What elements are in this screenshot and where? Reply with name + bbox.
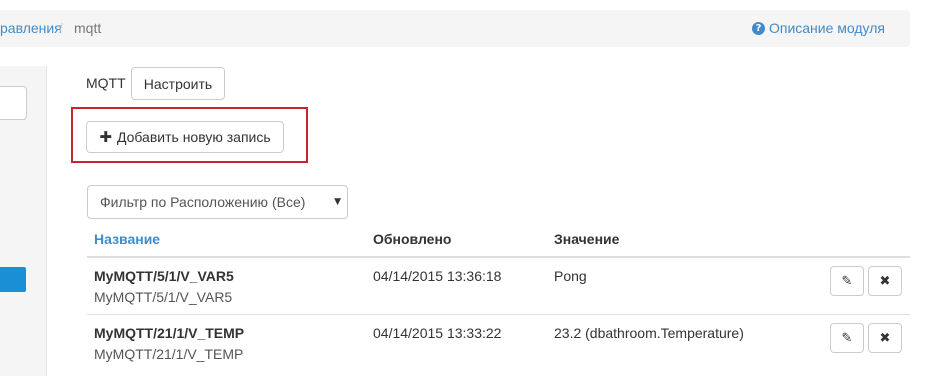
module-help-link[interactable]: ? Описание модуля [751,20,885,36]
row-divider [87,314,910,315]
add-new-record-label: Добавить новую запись [116,129,271,145]
module-label: MQTT [86,75,126,91]
add-new-record-button[interactable]: ✚ Добавить новую запись [86,121,284,153]
location-filter-value: Фильтр по Расположению (Все) [100,194,306,210]
table-header-divider [87,256,910,258]
row-subtitle: MyMQTT/21/1/V_TEMP [94,346,244,362]
close-icon: ✖ [879,273,891,289]
question-circle-icon: ? [751,21,765,35]
pencil-icon: ✎ [841,330,853,346]
column-header-updated: Обновлено [373,231,452,247]
plus-icon: ✚ [99,128,112,146]
column-header-value: Значение [554,231,620,247]
breadcrumb-link-control-panel[interactable]: равления [0,20,62,36]
row-value: 23.2 (dbathroom.Temperature) [554,325,744,341]
edit-button[interactable]: ✎ [830,323,864,353]
delete-button[interactable]: ✖ [868,266,902,296]
pencil-icon: ✎ [841,273,853,289]
breadcrumb: равления / mqtt ? Описание модуля [0,10,910,47]
row-value: Pong [554,268,587,284]
row-title: MyMQTT/21/1/V_TEMP [94,325,245,341]
row-updated: 04/14/2015 13:33:22 [373,325,502,341]
row-subtitle: MyMQTT/5/1/V_VAR5 [94,289,233,305]
breadcrumb-separator: / [59,20,63,36]
row-title: MyMQTT/5/1/V_VAR5 [94,268,234,284]
module-help-label: Описание модуля [768,20,885,36]
close-icon: ✖ [879,330,891,346]
location-filter-select[interactable]: Фильтр по Расположению (Все) ▼ [87,185,348,219]
column-header-name[interactable]: Название [94,231,160,247]
sidebar-search-input[interactable] [0,86,27,120]
row-updated: 04/14/2015 13:36:18 [373,268,502,284]
delete-button[interactable]: ✖ [868,323,902,353]
breadcrumb-current: mqtt [74,20,102,36]
caret-down-icon: ▼ [334,197,341,207]
sidebar-active-button[interactable] [0,267,26,292]
configure-button[interactable]: Настроить [131,67,225,100]
edit-button[interactable]: ✎ [830,266,864,296]
